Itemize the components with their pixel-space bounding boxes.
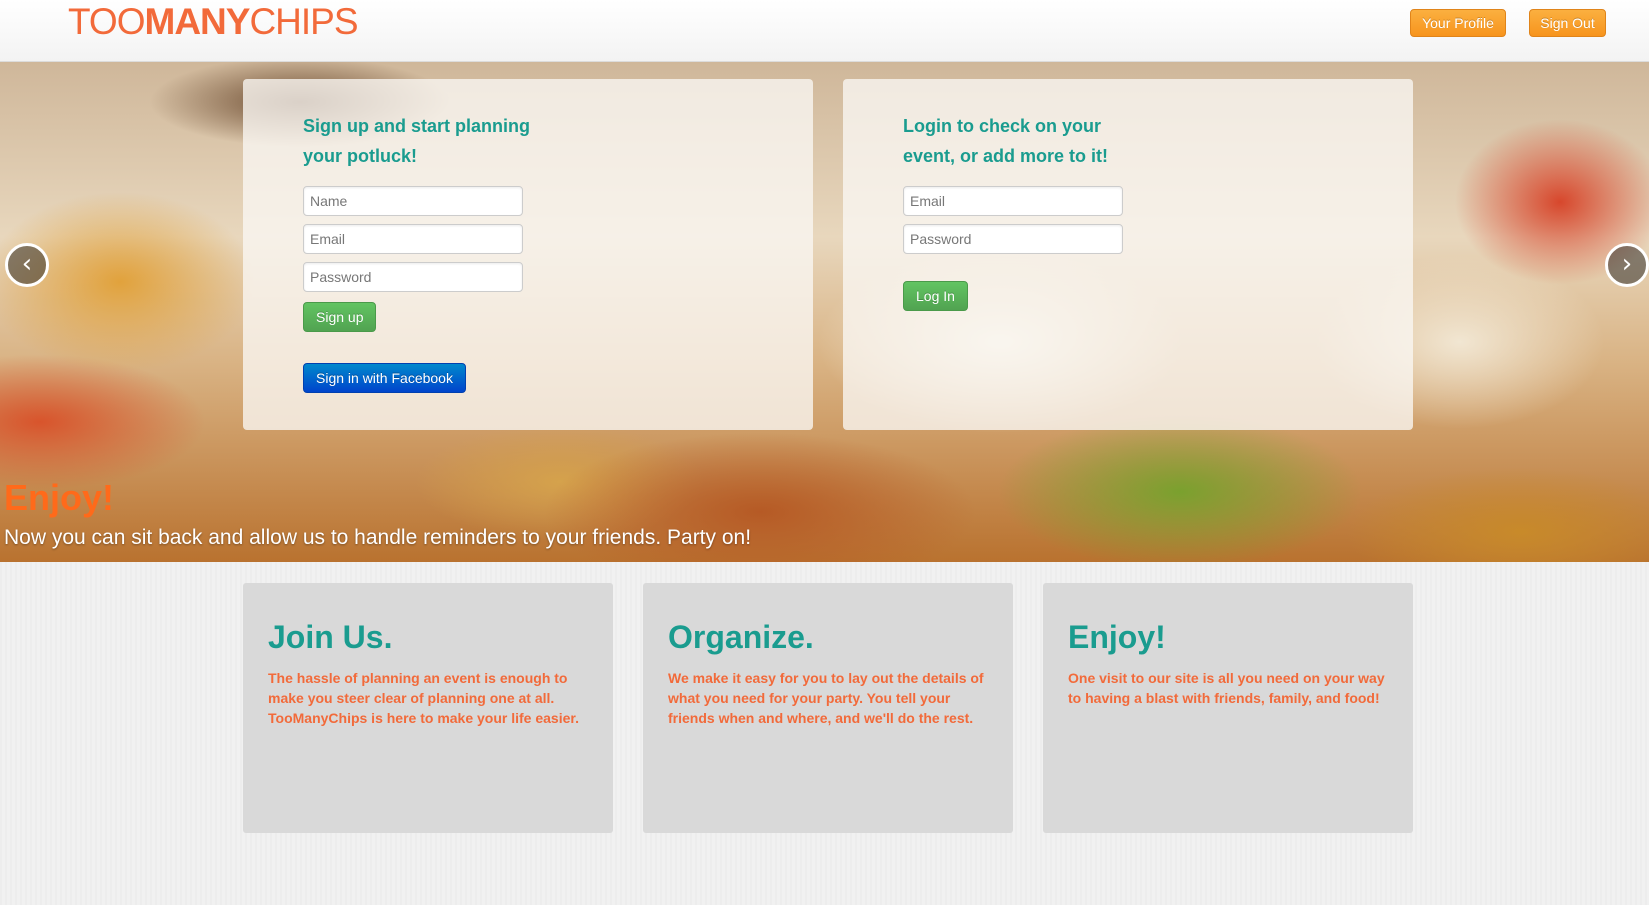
login-password-input[interactable]	[903, 224, 1123, 254]
top-navbar: TOOMANYCHIPS Your Profile Sign Out	[0, 0, 1649, 62]
carousel-prev-icon[interactable]: ‹	[5, 243, 49, 287]
signup-password-input[interactable]	[303, 262, 523, 292]
carousel-caption-title: Enjoy!	[4, 477, 115, 518]
login-email-input[interactable]	[903, 186, 1123, 216]
log-in-button[interactable]: Log In	[903, 281, 968, 311]
your-profile-button[interactable]: Your Profile	[1410, 9, 1506, 37]
carousel-caption-text: Now you can sit back and allow us to han…	[4, 526, 752, 549]
signup-panel: Sign up and start planning your potluck!…	[243, 79, 813, 430]
hero-carousel: Sign up and start planning your potluck!…	[0, 62, 1649, 562]
feature-text: We make it easy for you to lay out the d…	[668, 670, 984, 726]
sign-out-button[interactable]: Sign Out	[1529, 9, 1606, 37]
features-section: Join Us. The hassle of planning an event…	[0, 562, 1649, 905]
feature-title: Enjoy!	[1068, 619, 1166, 655]
logo-text-too: TOO	[68, 1, 145, 42]
logo-text-chips: CHIPS	[249, 1, 358, 42]
feature-title: Join Us.	[268, 619, 393, 655]
login-panel: Login to check on your event, or add mor…	[843, 79, 1413, 430]
logo-text-many: MANY	[144, 1, 251, 42]
sign-up-button[interactable]: Sign up	[303, 302, 377, 332]
signup-email-input[interactable]	[303, 224, 523, 254]
login-heading: Login to check on your event, or add mor…	[903, 116, 1109, 166]
feature-text: The hassle of planning an event is enoug…	[268, 670, 579, 726]
signup-name-input[interactable]	[303, 186, 523, 216]
facebook-signin-button[interactable]: Sign in with Facebook	[303, 363, 466, 393]
feature-card-enjoy: Enjoy! One visit to our site is all you …	[1043, 583, 1413, 833]
signup-heading: Sign up and start planning your potluck!	[303, 116, 530, 166]
feature-title: Organize.	[668, 619, 814, 655]
feature-card-organize: Organize. We make it easy for you to lay…	[643, 583, 1013, 833]
carousel-next-icon[interactable]: ›	[1605, 243, 1649, 287]
site-logo[interactable]: TOOMANYCHIPS	[68, 1, 359, 42]
feature-text: One visit to our site is all you need on…	[1068, 670, 1385, 706]
feature-card-join: Join Us. The hassle of planning an event…	[243, 583, 613, 833]
